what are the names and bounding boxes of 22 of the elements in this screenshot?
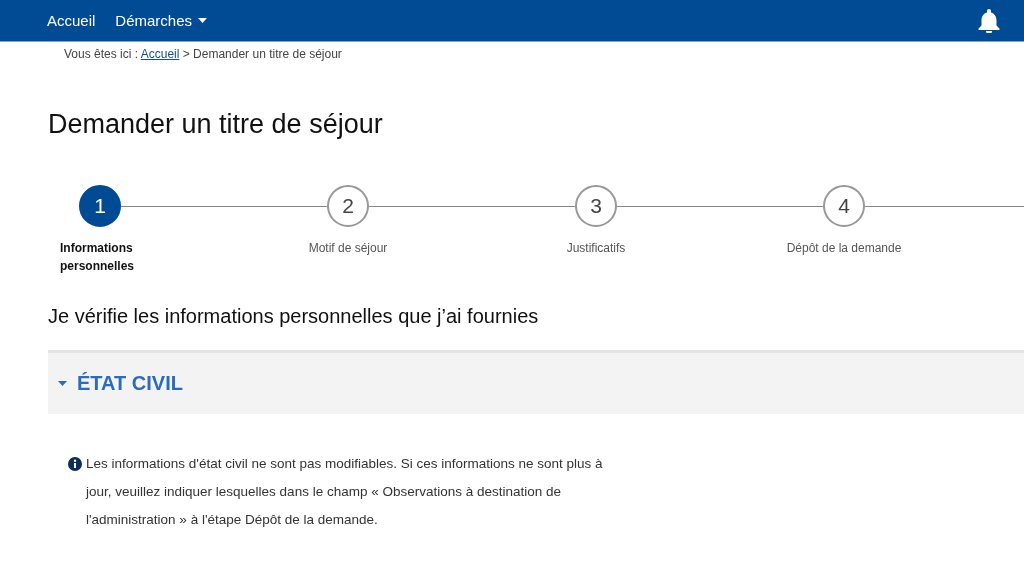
step-number: 2 <box>327 185 369 227</box>
breadcrumb-label: Vous êtes ici : <box>64 47 139 61</box>
info-icon <box>68 457 82 471</box>
step-label: Justificatifs <box>566 240 626 257</box>
caret-icon <box>198 18 208 23</box>
step-number: 1 <box>79 185 121 227</box>
page-title: Demander un titre de séjour <box>47 108 384 140</box>
step-label: Dépôt de la demande <box>786 240 902 257</box>
section-heading: Je vérifie les informations personnelles que j’ai fournies <box>47 305 540 328</box>
step-label: Informations personnelles <box>60 240 136 275</box>
step-number: 3 <box>575 185 617 227</box>
accordion-header[interactable]: ÉTAT CIVIL <box>48 350 1024 414</box>
nav-link[interactable]: Accueil <box>47 12 96 29</box>
step-number: 4 <box>823 185 865 227</box>
info-text: Les informations d'état civil ne sont pas modifiables. Si ces informations ne sont plus à jour, veuillez indiquer lesquelles dans le champ « Observations à destination de l'administration » à l'étape Dépôt de la demande. <box>86 455 604 529</box>
caret-icon <box>58 381 67 386</box>
accordion-title: ÉTAT CIVIL <box>77 372 183 395</box>
breadcrumb-current: > Demander un titre de séjour <box>182 47 342 61</box>
breadcrumb-link[interactable]: Accueil <box>140 47 180 61</box>
nav-dropdown[interactable]: Démarches <box>115 12 208 29</box>
step-label: Motif de séjour <box>308 240 388 257</box>
bell-icon[interactable] <box>978 8 1000 33</box>
